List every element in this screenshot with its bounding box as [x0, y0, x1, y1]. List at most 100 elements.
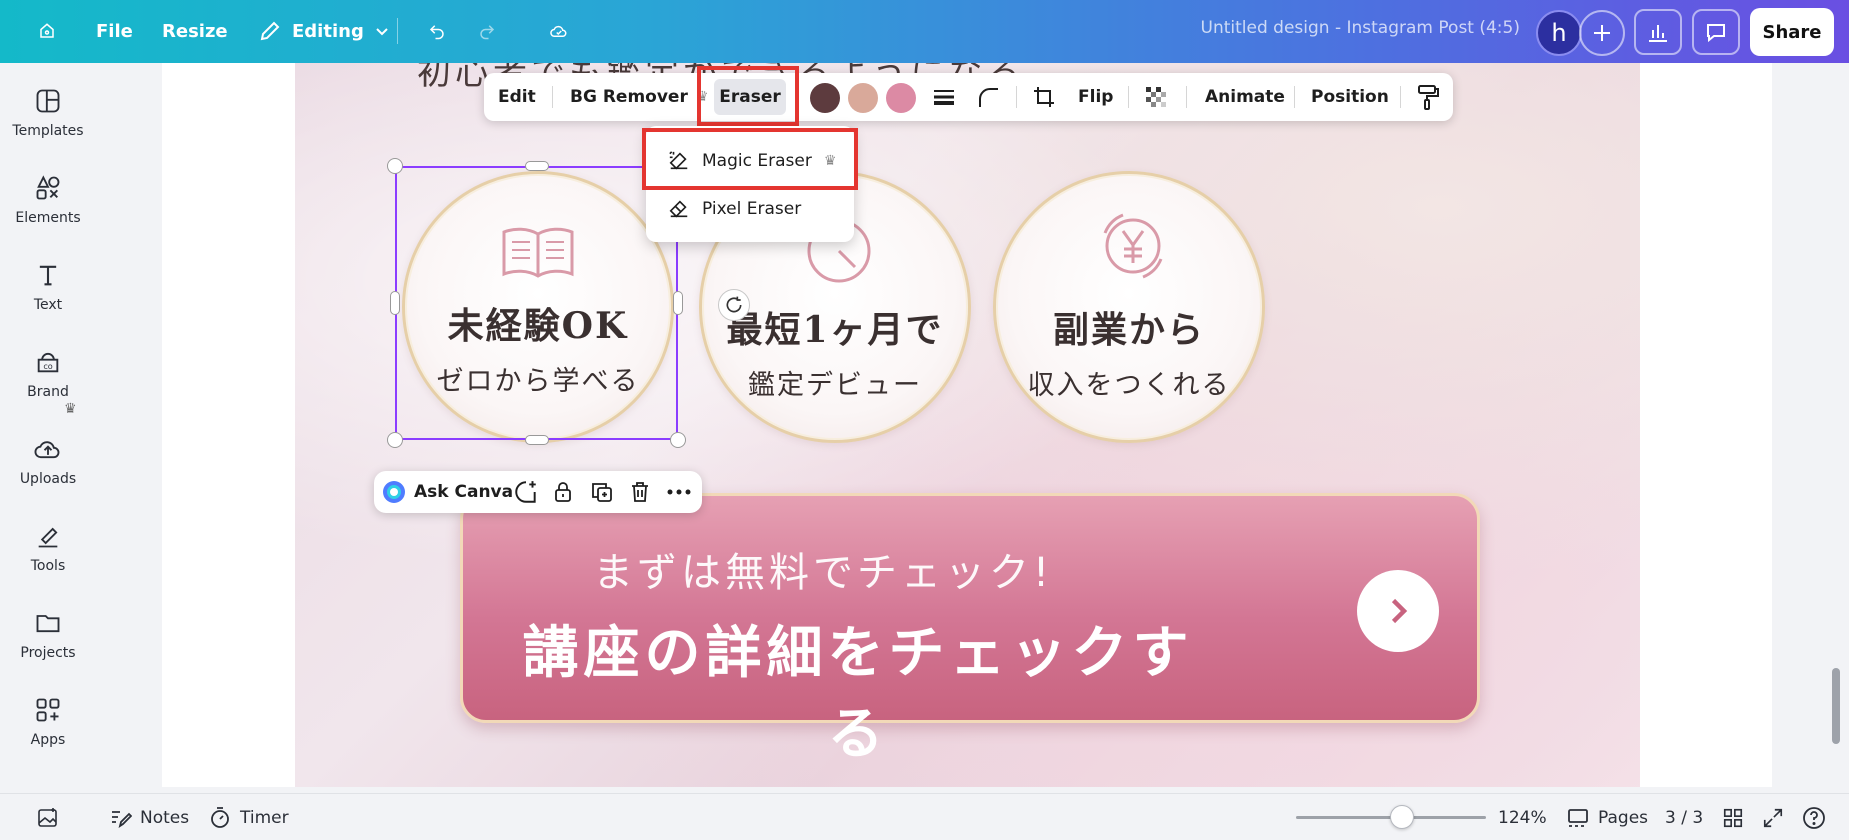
- comment-plus-icon: [515, 481, 536, 503]
- sidebar-item-label: Uploads: [19, 471, 77, 487]
- sidebar-item-label: Elements: [15, 210, 81, 226]
- add-comment-button[interactable]: [513, 471, 539, 513]
- zoom-slider-handle[interactable]: [1390, 805, 1415, 829]
- templates-icon: [36, 89, 60, 113]
- home-button[interactable]: [26, 11, 68, 51]
- color-swatch-3[interactable]: [886, 83, 916, 113]
- resize-handle-bottom-right[interactable]: [670, 432, 686, 448]
- sidebar-item-projects[interactable]: Projects: [0, 595, 96, 675]
- more-options-button[interactable]: [666, 471, 692, 513]
- crop-button[interactable]: [1032, 73, 1056, 121]
- grid-view-button[interactable]: [1722, 794, 1744, 840]
- sidebar-item-label: Apps: [30, 732, 66, 748]
- sidebar-item-label: Templates: [12, 123, 84, 139]
- canvas-scrollbar[interactable]: [1832, 668, 1840, 744]
- resize-handle-right[interactable]: [673, 291, 683, 315]
- sidebar-item-elements[interactable]: Elements: [0, 160, 96, 240]
- insights-button[interactable]: [1634, 9, 1682, 55]
- sidebar-item-templates[interactable]: Templates: [0, 73, 96, 153]
- sidebar-item-brand[interactable]: co Brand: [0, 334, 96, 414]
- sidebar-item-label: Brand: [27, 384, 69, 400]
- sidebar-item-tools[interactable]: Tools: [0, 508, 96, 588]
- highlight-eraser: [697, 66, 799, 126]
- help-button[interactable]: [1802, 794, 1826, 840]
- share-button[interactable]: Share: [1750, 8, 1834, 56]
- cta-button-graphic[interactable]: まずは無料でチェック! 講座の詳細をチェックする: [460, 493, 1480, 767]
- sidebar-item-apps[interactable]: Apps: [0, 682, 96, 762]
- eraser-icon: [669, 200, 688, 218]
- svg-text:co: co: [43, 361, 52, 371]
- tools-icon: [38, 527, 58, 548]
- fullscreen-button[interactable]: [1762, 794, 1784, 840]
- lock-icon: [555, 482, 571, 502]
- delete-button[interactable]: [628, 471, 652, 513]
- folder-icon: [36, 615, 60, 633]
- ask-canva-button[interactable]: Ask Canva: [382, 471, 513, 513]
- toolbar-divider: [1400, 86, 1401, 108]
- sidebar-item-text[interactable]: Text: [0, 247, 96, 327]
- chevron-right-icon: [1391, 598, 1408, 624]
- resize-handle-bottom-left[interactable]: [387, 432, 403, 448]
- corner-radius-icon: [979, 88, 998, 107]
- feature-circle-line2: 鑑定デビュー: [748, 369, 922, 401]
- highlight-magic-eraser: [642, 128, 858, 190]
- sidebar-item-uploads[interactable]: Uploads: [0, 421, 96, 501]
- rotate-icon: [726, 296, 742, 313]
- undo-icon: [429, 25, 444, 40]
- cta-title: 講座の詳細をチェックする: [522, 621, 1194, 767]
- copy-style-button[interactable]: [1416, 73, 1440, 121]
- border-weight-icon: [934, 90, 954, 105]
- rotate-handle[interactable]: [718, 289, 750, 321]
- timer-button[interactable]: Timer: [208, 794, 289, 840]
- flip-button[interactable]: Flip: [1078, 73, 1113, 121]
- resize-handle-top[interactable]: [525, 161, 549, 171]
- help-icon: [1803, 806, 1825, 829]
- expand-icon: [1763, 808, 1783, 827]
- corner-rounding-button[interactable]: [976, 73, 1000, 121]
- selection-frame[interactable]: [395, 166, 678, 440]
- duplicate-button[interactable]: [590, 471, 614, 513]
- apps-icon: [36, 698, 60, 722]
- lock-button[interactable]: [551, 471, 575, 513]
- premium-crown-icon: ♛: [64, 401, 77, 417]
- document-title[interactable]: Untitled design - Instagram Post (4:5): [1180, 18, 1520, 38]
- zoom-level[interactable]: 124%: [1498, 794, 1547, 840]
- sidebar-item-label: Projects: [20, 645, 76, 661]
- more-icon: [667, 489, 691, 495]
- resize-button[interactable]: Resize: [150, 11, 240, 51]
- editing-mode-dropdown[interactable]: Editing: [246, 11, 402, 51]
- bar-chart-icon: [1649, 25, 1667, 42]
- add-collaborator-button[interactable]: [1579, 10, 1625, 56]
- comments-button[interactable]: [1692, 9, 1740, 55]
- pixel-eraser-option[interactable]: Pixel Eraser: [646, 186, 854, 232]
- resize-handle-bottom[interactable]: [525, 435, 549, 445]
- notes-button[interactable]: Notes: [108, 794, 189, 840]
- color-swatch-2[interactable]: [848, 83, 878, 113]
- avatar[interactable]: h: [1536, 10, 1582, 56]
- pages-button[interactable]: Pages: [1566, 794, 1648, 840]
- resize-handle-left[interactable]: [390, 291, 400, 315]
- editing-label: Editing: [292, 20, 364, 42]
- toolbar-divider: [552, 86, 553, 108]
- resize-handle-top-left[interactable]: [387, 158, 403, 174]
- position-button[interactable]: Position: [1311, 73, 1389, 121]
- color-swatch-1[interactable]: [810, 83, 840, 113]
- redo-button[interactable]: [466, 11, 508, 51]
- edit-button[interactable]: Edit: [498, 73, 536, 121]
- cta-subtitle: まずは無料でチェック!: [592, 550, 1054, 596]
- undo-button[interactable]: [416, 11, 458, 51]
- transparency-button[interactable]: [1144, 73, 1168, 121]
- border-style-button[interactable]: [932, 73, 956, 121]
- pixel-eraser-label: Pixel Eraser: [702, 199, 802, 219]
- page-count: 3 / 3: [1665, 807, 1704, 828]
- animate-button[interactable]: Animate: [1205, 73, 1285, 121]
- trash-icon: [632, 482, 648, 502]
- bg-remover-button[interactable]: BG Remover ♛: [570, 73, 708, 121]
- magic-media-button[interactable]: [36, 794, 60, 840]
- pages-icon: [1568, 808, 1588, 827]
- cloud-save-status[interactable]: [538, 11, 580, 51]
- duplicate-icon: [592, 483, 612, 502]
- crop-icon: [1034, 87, 1054, 107]
- transparency-icon: [1146, 87, 1166, 107]
- file-menu[interactable]: File: [84, 11, 145, 51]
